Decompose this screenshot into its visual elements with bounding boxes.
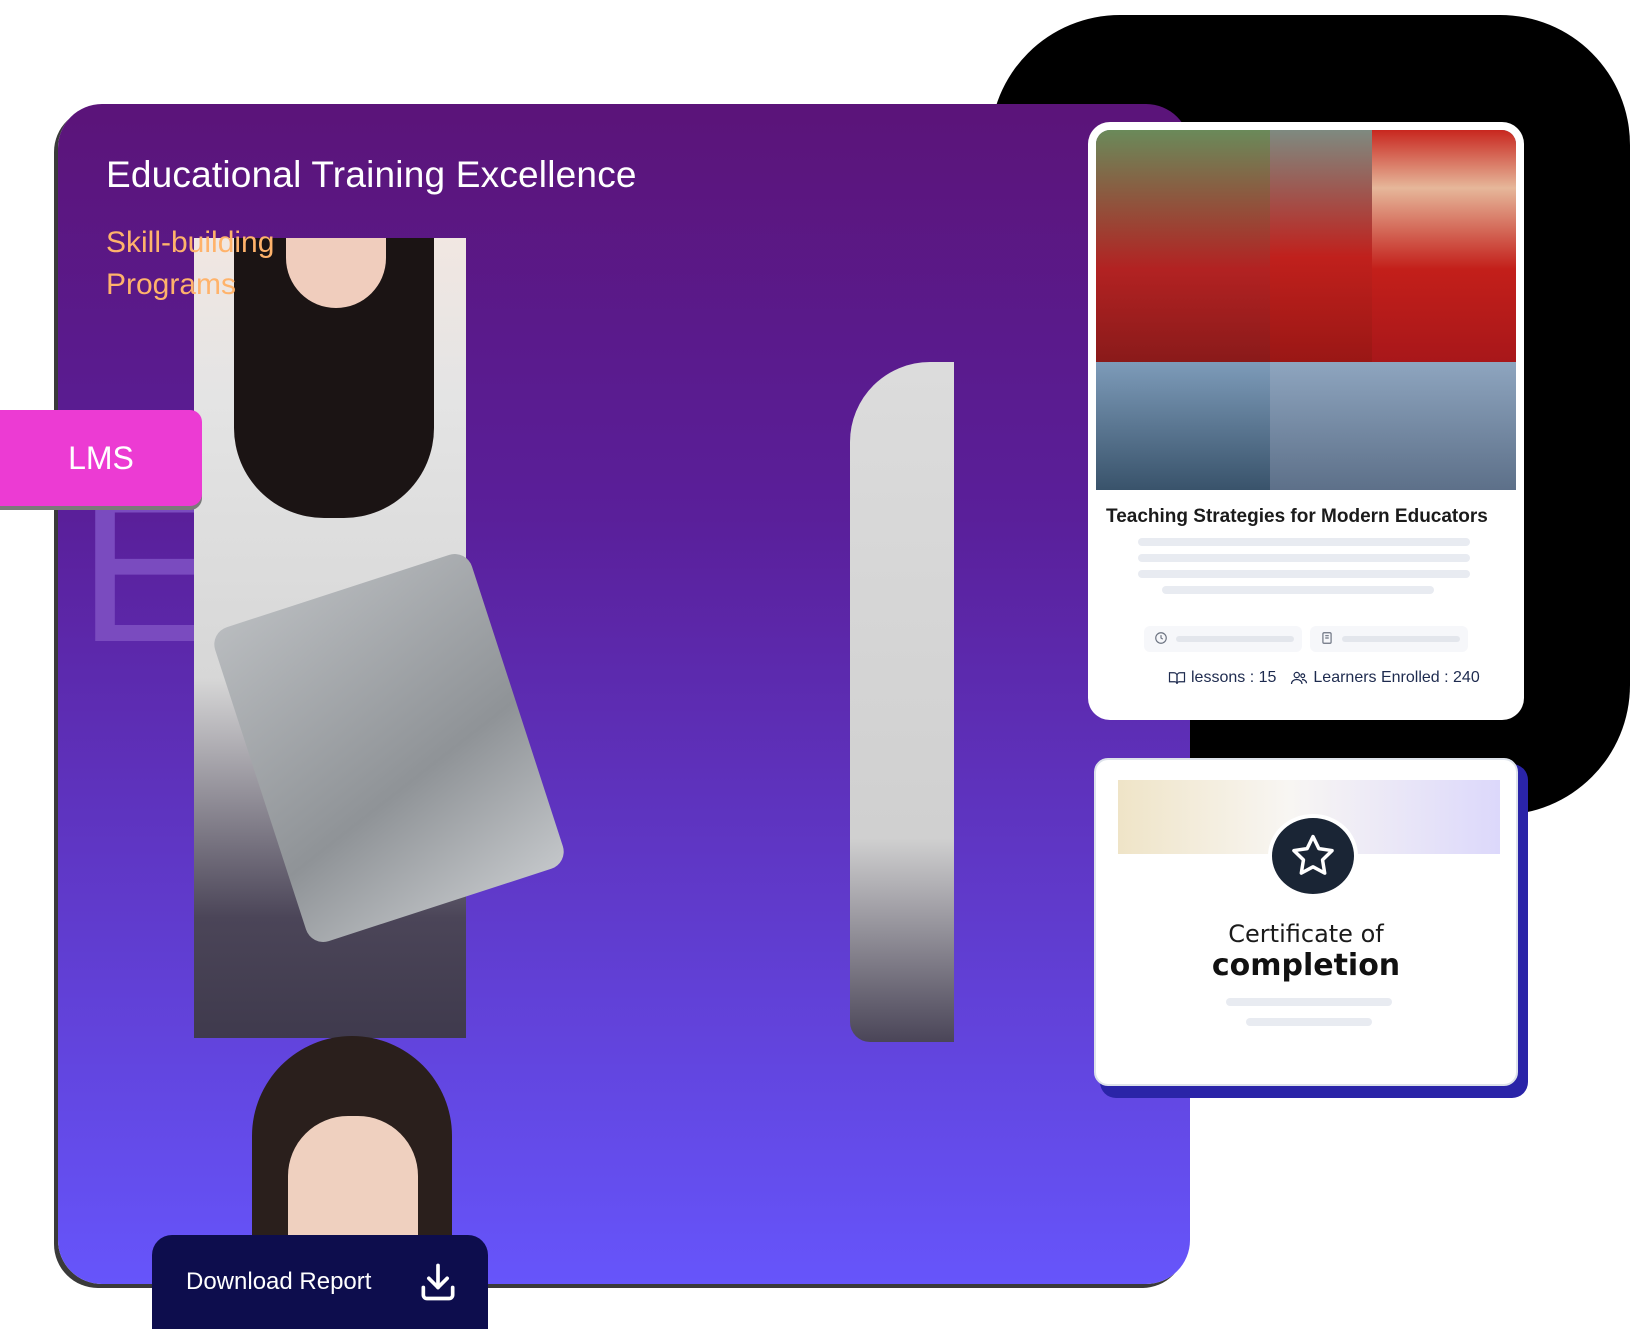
download-report-button[interactable]: Download Report bbox=[152, 1235, 488, 1329]
description-placeholder bbox=[1138, 570, 1470, 578]
graduates-photo-1 bbox=[1096, 130, 1270, 362]
learners-stat: Learners Enrolled : 240 bbox=[1290, 669, 1480, 687]
duration-pill bbox=[1144, 626, 1302, 652]
certificate-pill bbox=[1310, 626, 1468, 652]
certificate-heading: completion bbox=[1211, 948, 1401, 983]
certificate-icon bbox=[1322, 632, 1332, 644]
building-photo-2 bbox=[1270, 362, 1516, 490]
student-photo-duplicate bbox=[850, 362, 954, 1042]
avatar-photo bbox=[252, 1036, 452, 1266]
certificate-badge bbox=[1268, 814, 1358, 898]
graduates-photo-2 bbox=[1270, 130, 1372, 362]
graduates-photo-3 bbox=[1372, 130, 1516, 362]
certificate-placeholder bbox=[1342, 636, 1460, 642]
clock-icon bbox=[1155, 632, 1167, 644]
building-photo-1 bbox=[1096, 362, 1270, 490]
users-icon bbox=[1291, 671, 1308, 685]
duration-placeholder bbox=[1176, 636, 1294, 642]
learners-count: Learners Enrolled : 240 bbox=[1313, 669, 1480, 686]
page-subtitle: Skill-building Programs bbox=[106, 226, 275, 301]
course-stats: lessons : 15 Learners Enrolled : 240 bbox=[1168, 662, 1518, 694]
hero-panel: E Educational Training Excellence Skill-… bbox=[58, 104, 1190, 1284]
certificate-placeholder bbox=[1246, 1018, 1372, 1026]
laptop-image bbox=[209, 549, 569, 947]
lessons-count: lessons : 15 bbox=[1191, 669, 1277, 686]
course-thumbnail bbox=[1096, 130, 1516, 490]
certificate-card[interactable]: Certificate of completion bbox=[1094, 758, 1518, 1086]
download-icon bbox=[421, 1263, 455, 1301]
description-placeholder bbox=[1138, 554, 1470, 562]
description-placeholder bbox=[1162, 586, 1434, 594]
book-open-icon bbox=[1168, 672, 1186, 685]
page-title: Educational Training Excellence bbox=[106, 154, 637, 195]
download-report-label: Download Report bbox=[186, 1268, 372, 1295]
certificate-placeholder bbox=[1226, 998, 1392, 1006]
student-photo bbox=[194, 238, 569, 1038]
description-placeholder bbox=[1138, 538, 1470, 546]
course-title: Teaching Strategies for Modern Educators bbox=[1106, 506, 1488, 527]
lessons-stat: lessons : 15 bbox=[1168, 669, 1276, 687]
star-icon bbox=[1292, 834, 1334, 875]
certificate-label: Certificate of bbox=[1228, 920, 1384, 948]
course-card[interactable]: Teaching Strategies for Modern Educators… bbox=[1088, 122, 1524, 720]
lms-badge: LMS bbox=[0, 410, 202, 506]
